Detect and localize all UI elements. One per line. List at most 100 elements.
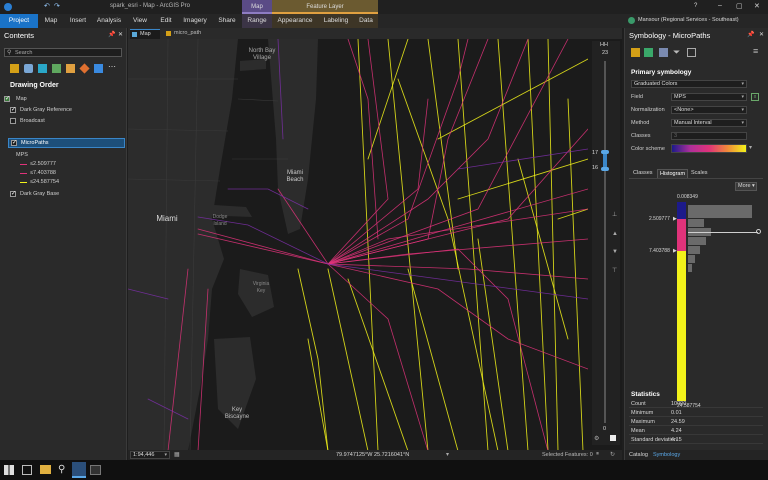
scale-selector[interactable]: 1:94,446 ▾ xyxy=(130,451,170,459)
redo-icon[interactable]: ↷ xyxy=(54,2,60,10)
histogram[interactable]: 0.008349 2.509777 ▶ 7.403788 ▶ 24.587754 xyxy=(625,192,768,412)
symbology-title: Symbology - MicroPaths xyxy=(629,31,711,40)
tab-imagery[interactable]: Imagery xyxy=(178,14,212,28)
vary-symbology-icon[interactable] xyxy=(644,48,653,57)
tab-labeling[interactable]: Labeling xyxy=(318,14,354,28)
time-handle-a[interactable] xyxy=(601,150,609,154)
layer-row-dark-gray-base[interactable]: Dark Gray Base xyxy=(10,190,124,199)
tab-data[interactable]: Data xyxy=(354,14,378,28)
close-icon[interactable]: ✕ xyxy=(754,2,760,10)
layer-visibility-checkbox[interactable] xyxy=(11,139,17,146)
layer-visibility-checkbox[interactable] xyxy=(10,106,16,113)
map-expand-checkbox[interactable] xyxy=(4,95,10,102)
chevron-down-icon[interactable]: ▾ xyxy=(749,144,752,151)
tab-edit[interactable]: Edit xyxy=(154,14,178,28)
step-forward-icon[interactable]: ⊥ xyxy=(612,211,617,218)
more-button[interactable]: More ▾ xyxy=(735,182,757,191)
vessel-track xyxy=(327,128,588,265)
play-down-icon[interactable]: ▼ xyxy=(612,249,618,255)
menu-icon[interactable]: ≡ xyxy=(753,46,758,56)
primary-symbology-icon[interactable] xyxy=(631,48,640,57)
step-back-icon[interactable]: ⊤ xyxy=(612,267,617,274)
contours-icon[interactable] xyxy=(687,48,696,57)
layer-row-broadcast[interactable]: Broadcast xyxy=(10,117,124,126)
time-handle-b[interactable] xyxy=(601,167,609,171)
undo-icon[interactable]: ↶ xyxy=(44,2,50,10)
search-input[interactable]: ⚲ Search xyxy=(4,48,122,57)
time-slider[interactable]: HH 23 17 16 ⊥ ▲ ▼ ⊤ 0 ⚙ xyxy=(592,41,620,445)
pause-icon[interactable]: ⏸ xyxy=(596,451,599,458)
class-bar-2[interactable] xyxy=(677,219,686,251)
layer-visibility-checkbox[interactable] xyxy=(10,190,16,197)
refresh-icon[interactable]: ↻ xyxy=(610,451,615,458)
time-visibility-icon[interactable] xyxy=(610,435,616,441)
minimize-icon[interactable]: – xyxy=(718,2,722,9)
terminal-icon[interactable] xyxy=(90,465,101,475)
tab-symbology[interactable]: Symbology xyxy=(653,452,680,458)
ribbon-tabs: Project Map Insert Analysis View Edit Im… xyxy=(0,0,768,28)
time-track[interactable] xyxy=(604,61,606,423)
map-node[interactable]: Map xyxy=(4,95,124,104)
layer-name: MicroPaths xyxy=(21,140,49,146)
tab-catalog[interactable]: Catalog xyxy=(629,452,648,458)
subtab-classes[interactable]: Classes xyxy=(633,170,653,176)
close-pane-icon[interactable]: ✕ xyxy=(759,31,764,38)
normalization-select[interactable]: <None> ▾ xyxy=(671,106,747,114)
tab-analysis[interactable]: Analysis xyxy=(92,14,126,28)
tab-map-view[interactable]: Map xyxy=(130,29,160,39)
windows-start-icon[interactable] xyxy=(4,465,14,475)
search-app-icon[interactable]: ⚲ xyxy=(58,464,65,475)
maximize-icon[interactable]: ▢ xyxy=(736,2,743,10)
list-by-snapping-icon[interactable] xyxy=(66,64,75,73)
symbol-layers-icon[interactable] xyxy=(659,48,668,57)
tab-micro-path[interactable]: micro_path xyxy=(164,29,210,39)
subtab-histogram[interactable]: Histogram xyxy=(657,169,689,178)
chevron-down-icon: ▾ xyxy=(750,183,755,189)
layer-visibility-checkbox[interactable] xyxy=(10,118,16,124)
list-by-charts-icon[interactable] xyxy=(94,64,103,73)
filter-icon[interactable]: ⏷ xyxy=(673,47,680,58)
layer-row-micropaths[interactable]: MicroPaths xyxy=(8,138,125,148)
tab-range[interactable]: Range xyxy=(242,14,272,28)
color-scheme-select[interactable] xyxy=(671,144,747,153)
pin-icon[interactable]: 📌 xyxy=(108,31,115,38)
class-bar-1[interactable] xyxy=(677,202,686,219)
task-view-icon[interactable] xyxy=(22,465,32,475)
time-settings-icon[interactable]: ⚙ xyxy=(594,435,599,442)
grid-icon[interactable]: ▦ xyxy=(174,451,180,458)
user-name[interactable]: Mansour (Regional Services - Southeast) xyxy=(638,17,739,23)
break-2-handle[interactable]: ▶ xyxy=(673,248,677,254)
tab-map[interactable]: Map xyxy=(38,14,64,28)
list-by-selection-icon[interactable] xyxy=(38,64,47,73)
field-select[interactable]: MPS ▾ xyxy=(671,93,747,101)
map-canvas[interactable] xyxy=(128,39,588,451)
list-by-source-icon[interactable] xyxy=(24,64,33,73)
layer-row-dark-gray-reference[interactable]: Dark Gray Reference xyxy=(10,106,124,115)
coordinate-format-icon[interactable]: ▾ xyxy=(446,451,449,458)
subtab-scales[interactable]: Scales xyxy=(691,170,708,176)
tab-view[interactable]: View xyxy=(126,14,154,28)
tab-share[interactable]: Share xyxy=(212,14,242,28)
list-by-labeling-icon[interactable] xyxy=(79,63,90,74)
expression-icon[interactable]: x xyxy=(751,93,759,101)
class-bar-3[interactable] xyxy=(677,251,686,401)
pin-icon[interactable]: 📌 xyxy=(747,31,754,38)
map-view[interactable]: Map micro_path North Bay Village Miami B… xyxy=(128,28,622,460)
method-select[interactable]: Manual Interval ▾ xyxy=(671,119,747,127)
break-1-handle[interactable]: ▶ xyxy=(673,216,677,222)
vessel-track xyxy=(517,158,569,340)
play-up-icon[interactable]: ▲ xyxy=(612,231,618,237)
tab-insert[interactable]: Insert xyxy=(64,14,92,28)
list-by-editing-icon[interactable] xyxy=(52,64,61,73)
tab-project[interactable]: Project xyxy=(0,14,38,28)
arcgis-pro-icon[interactable] xyxy=(72,462,86,478)
help-icon[interactable]: ? xyxy=(694,3,697,9)
list-by-drawing-order-icon[interactable] xyxy=(10,64,19,73)
tab-appearance[interactable]: Appearance xyxy=(272,14,318,28)
selected-features[interactable]: Selected Features: 0 xyxy=(542,452,593,458)
more-options-icon[interactable]: ⋯ xyxy=(108,62,116,71)
close-pane-icon[interactable]: ✕ xyxy=(118,31,123,38)
symbology-method-select[interactable]: Graduated Colors ▾ xyxy=(631,80,747,88)
file-explorer-icon[interactable] xyxy=(40,465,51,474)
classes-stepper[interactable]: 3 xyxy=(671,132,747,140)
